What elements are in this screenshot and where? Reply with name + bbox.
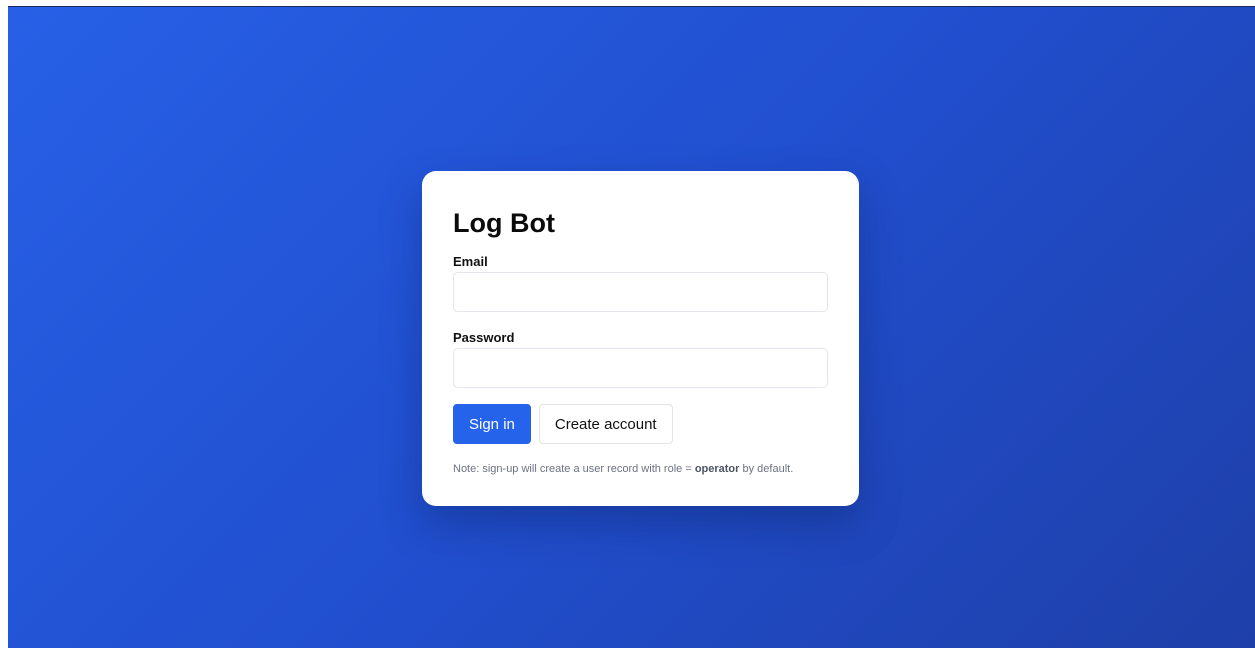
password-field[interactable] xyxy=(453,348,828,388)
create-account-button[interactable]: Create account xyxy=(538,404,673,444)
page-background: Log Bot Email Password Sign in Create ac… xyxy=(8,6,1255,648)
email-field[interactable] xyxy=(453,272,828,312)
note-suffix: by default. xyxy=(739,463,794,475)
note-prefix: Note: sign-up will create a user record … xyxy=(453,463,695,475)
email-label: Email xyxy=(453,254,488,269)
signup-note: Note: sign-up will create a user record … xyxy=(453,462,828,476)
password-label: Password xyxy=(453,330,515,345)
form-actions: Sign in Create account xyxy=(453,404,828,444)
note-role: operator xyxy=(694,463,740,475)
login-card: Log Bot Email Password Sign in Create ac… xyxy=(422,171,859,506)
sign-in-button[interactable]: Sign in xyxy=(453,404,531,444)
page-title: Log Bot xyxy=(453,208,555,238)
